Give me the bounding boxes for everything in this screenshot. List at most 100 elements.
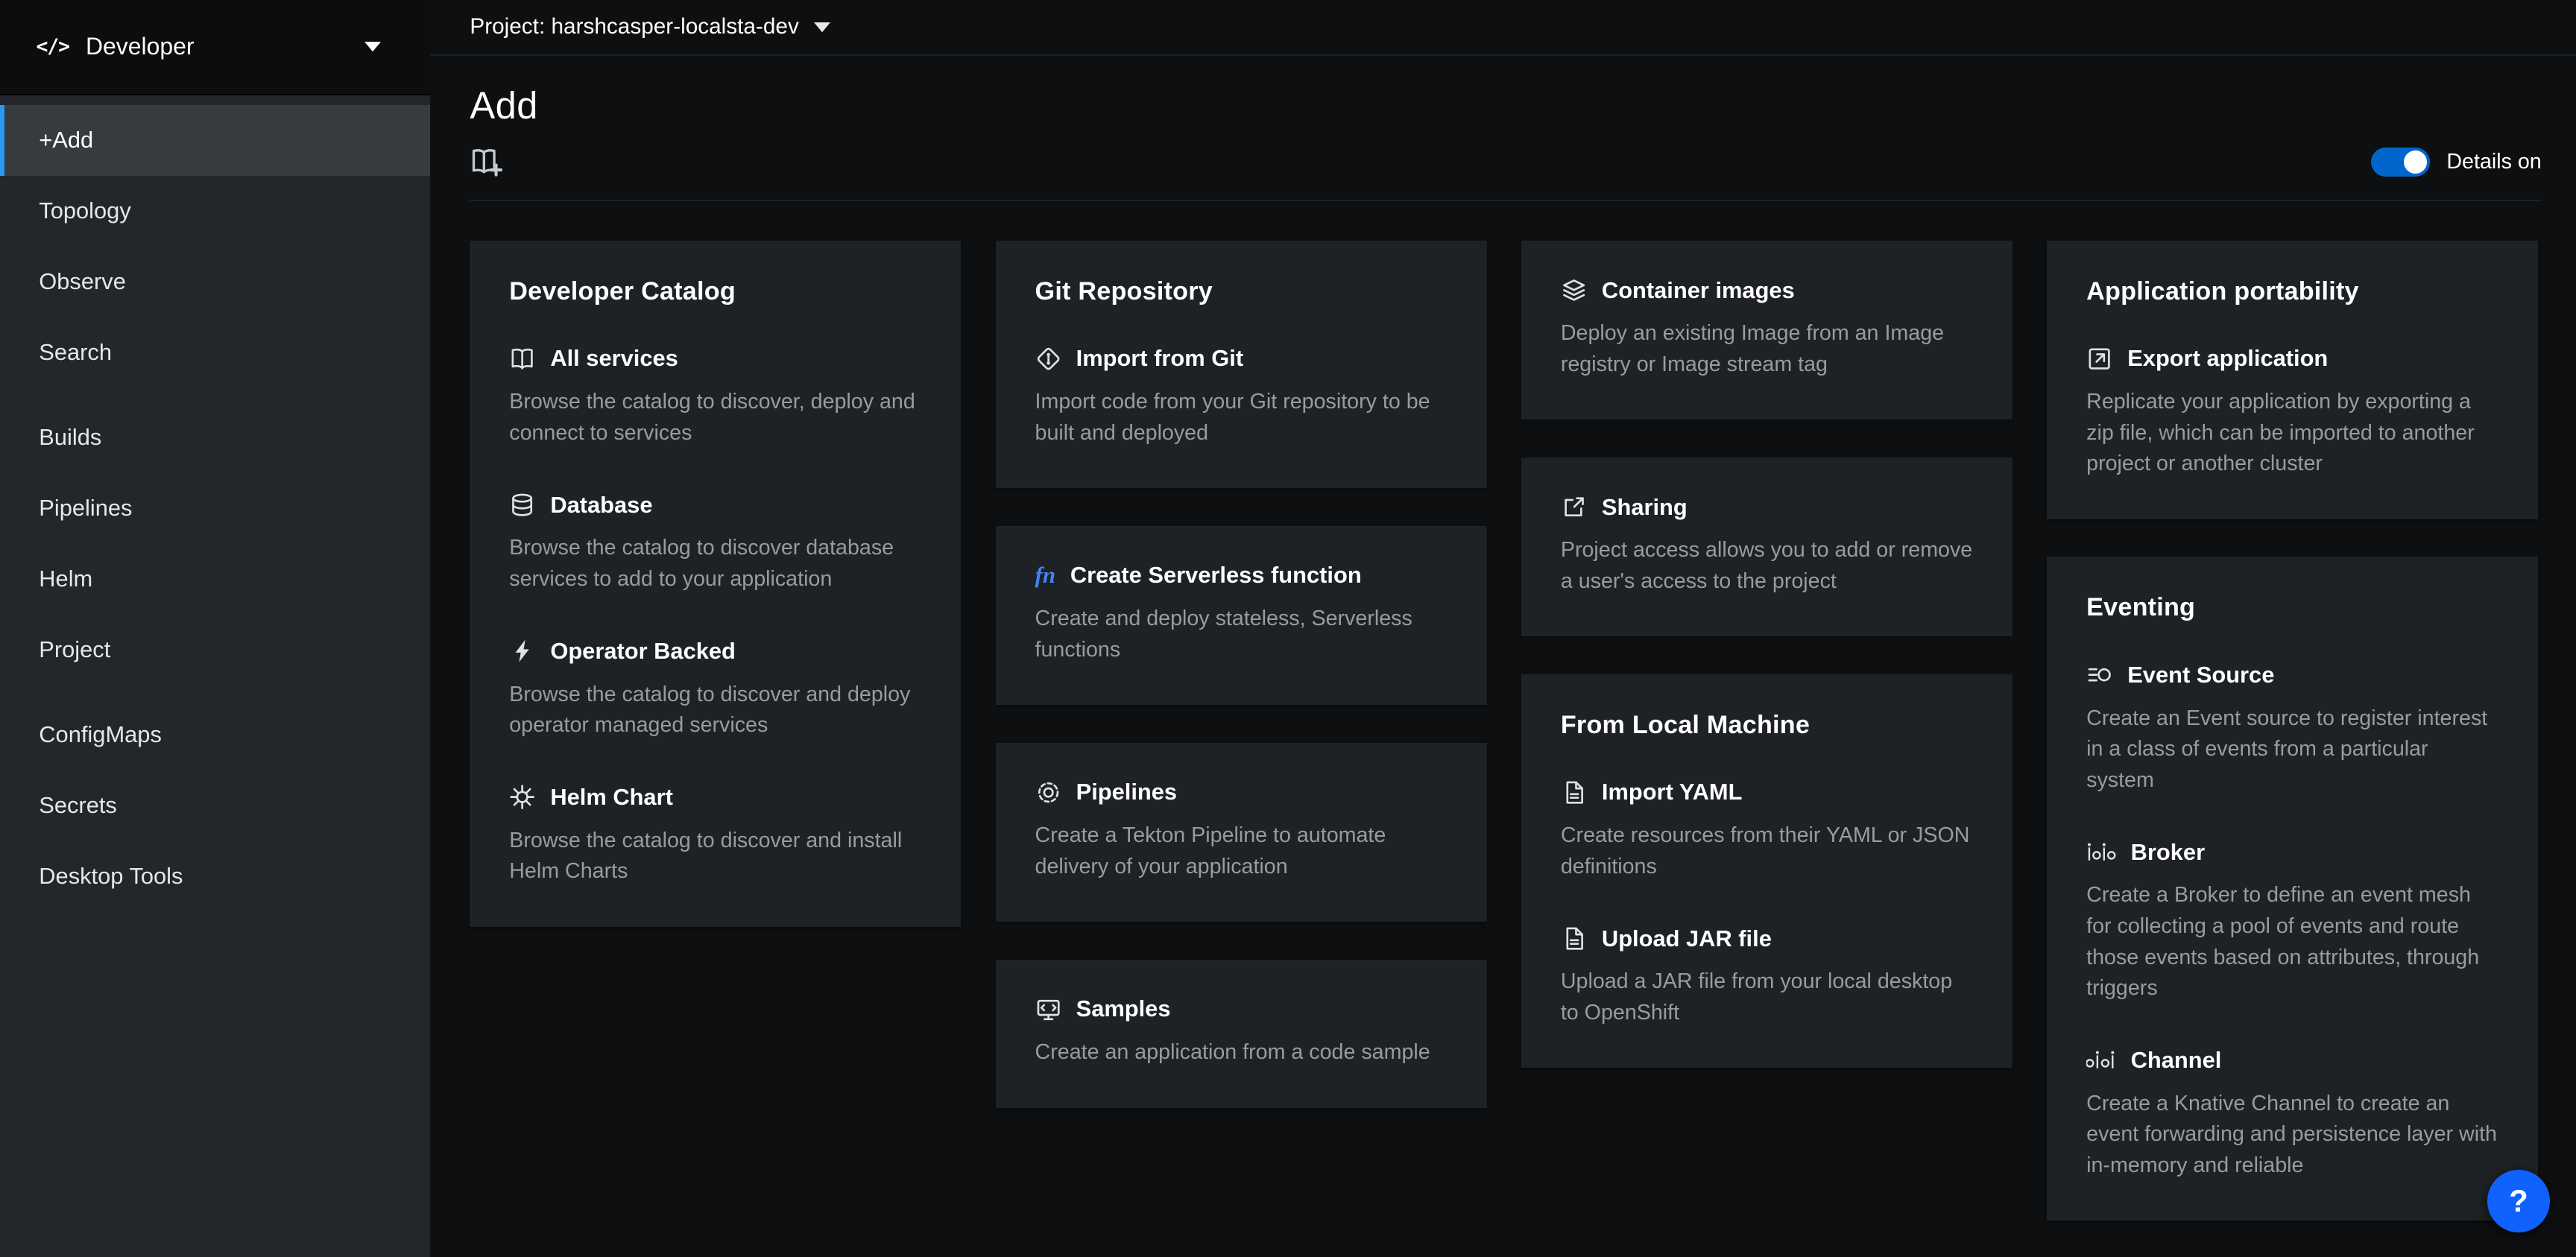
item-label-row: Operator Backed — [509, 638, 921, 665]
sidebar-nav: +AddTopologyObserveSearch BuildsPipelines… — [0, 95, 430, 1257]
export-icon — [2086, 346, 2112, 372]
add-item-broker[interactable]: BrokerCreate a Broker to define an event… — [2086, 839, 2498, 1004]
sidebar-item-pipelines[interactable]: Pipelines — [0, 472, 430, 543]
layers-icon — [1561, 277, 1587, 303]
add-card-git-repository: Git Repository Import from Git Import code… — [996, 241, 1487, 488]
file-icon — [1561, 925, 1587, 952]
item-description: Create and deploy stateless, Serverless … — [1035, 604, 1448, 665]
item-label: All services — [550, 345, 678, 372]
item-label-row: Upload JAR file — [1561, 925, 1973, 952]
item-label-row: Import from Git — [1035, 345, 1448, 372]
add-item-operator-backed[interactable]: Operator BackedBrowse the catalog to dis… — [509, 638, 921, 741]
perspective-label: Developer — [86, 33, 195, 60]
sidebar-item-topology[interactable]: Topology — [0, 176, 430, 247]
add-item-sharing[interactable]: Sharing Project access allows you to add … — [1561, 494, 1973, 598]
item-label: Import YAML — [1602, 779, 1743, 805]
sidebar-item-configmaps[interactable]: ConfigMaps — [0, 700, 430, 770]
add-item-event-source[interactable]: Event SourceCreate an Event source to re… — [2086, 662, 2498, 796]
page-title: Add — [470, 83, 2541, 127]
item-label: Export application — [2127, 345, 2328, 372]
item-description: Import code from your Git repository to … — [1035, 387, 1448, 449]
item-label-row: Helm Chart — [509, 784, 921, 811]
card-column: Developer CatalogAll servicesBrowse the … — [470, 241, 961, 927]
item-label-row: Channel — [2086, 1047, 2498, 1074]
add-item-helm-chart[interactable]: Helm ChartBrowse the catalog to discover… — [509, 784, 921, 887]
item-label: Upload JAR file — [1602, 925, 1772, 952]
card-title: Application portability — [2086, 277, 2498, 306]
item-label: Container images — [1602, 277, 1795, 304]
item-description: Create a Knative Channel to create an ev… — [2086, 1089, 2498, 1182]
add-item-import-yaml[interactable]: Import YAML Create resources from their Y… — [1561, 779, 1973, 882]
sidebar-item-secrets[interactable]: Secrets — [0, 770, 430, 840]
details-toggle-group: Details on — [2371, 148, 2542, 177]
card-column: Git Repository Import from Git Import code… — [996, 241, 1487, 1108]
card-title: Git Repository — [1035, 277, 1448, 306]
add-card-developer-catalog: Developer CatalogAll servicesBrowse the … — [470, 241, 961, 927]
perspective-switcher[interactable]: </> Developer — [0, 0, 430, 95]
sidebar-item-add[interactable]: +Add — [0, 105, 430, 176]
item-label: Samples — [1076, 995, 1171, 1022]
item-label-row: Pipelines — [1035, 779, 1448, 805]
item-label: Channel — [2131, 1047, 2222, 1074]
item-description: Browse the catalog to discover database … — [509, 533, 921, 595]
add-page-grid: Developer CatalogAll servicesBrowse the … — [470, 241, 2541, 1220]
console-window: </> Developer +AddTopologyObserveSearch B… — [0, 0, 2576, 1257]
sidebar-item-project[interactable]: Project — [0, 614, 430, 685]
book-plus-icon[interactable] — [470, 145, 502, 178]
item-description: Upload a JAR file from your local deskto… — [1561, 966, 1973, 1028]
add-item-export-application[interactable]: Export application Replicate your applica… — [2086, 345, 2498, 479]
project-selector[interactable]: Project: harshcasper-localsta-dev — [430, 0, 2576, 56]
add-card-samples: Samples Create an application from a code… — [996, 960, 1487, 1108]
item-label: Sharing — [1602, 494, 1688, 521]
sidebar-group: ConfigMapsSecretsDesktop Tools — [0, 700, 430, 911]
broker-icon — [2086, 840, 2116, 864]
add-card-eventing: EventingEvent SourceCreate an Event sour… — [2047, 557, 2538, 1220]
add-item-upload-jar-file[interactable]: Upload JAR file Upload a JAR file from yo… — [1561, 925, 1973, 1029]
item-label-row: All services — [509, 345, 921, 372]
git-icon — [1035, 346, 1061, 372]
add-item-create-serverless-function[interactable]: fnCreate Serverless functionCreate and d… — [1035, 562, 1448, 665]
item-description: Replicate your application by exporting … — [2086, 387, 2498, 480]
main-area: Project: harshcasper-localsta-dev Add De… — [430, 0, 2576, 1257]
book-icon — [509, 346, 535, 372]
help-button[interactable]: ? — [2487, 1170, 2550, 1232]
item-label: Operator Backed — [550, 638, 736, 665]
item-description: Create a Tekton Pipeline to automate del… — [1035, 820, 1448, 882]
caret-down-icon — [364, 42, 381, 51]
add-card-application-portability: Application portability Export applicatio… — [2047, 241, 2538, 519]
item-label-row: Container images — [1561, 277, 1973, 304]
caret-down-icon — [814, 22, 830, 32]
item-description: Create resources from their YAML or JSON… — [1561, 820, 1973, 882]
page-header-row: Details on — [470, 145, 2541, 178]
item-label: Helm Chart — [550, 784, 673, 811]
file-icon — [1561, 779, 1587, 805]
sidebar-item-desktop-tools[interactable]: Desktop Tools — [0, 840, 430, 911]
item-label-row: Database — [509, 492, 921, 519]
sidebar-item-builds[interactable]: Builds — [0, 402, 430, 473]
item-label-row: Broker — [2086, 839, 2498, 866]
details-toggle[interactable] — [2371, 148, 2430, 177]
item-label: Pipelines — [1076, 779, 1177, 805]
add-item-channel[interactable]: Channel Create a Knative Channel to creat… — [2086, 1047, 2498, 1181]
item-description: Create an application from a code sample — [1035, 1037, 1448, 1068]
add-item-import-from-git[interactable]: Import from Git Import code from your Git… — [1035, 345, 1448, 449]
monitor-icon — [1035, 996, 1061, 1022]
add-item-samples[interactable]: Samples Create an application from a code… — [1035, 995, 1448, 1068]
item-label-row: Import YAML — [1561, 779, 1973, 805]
item-label-row: Sharing — [1561, 494, 1973, 521]
sidebar-item-helm[interactable]: Helm — [0, 543, 430, 614]
item-label-row: Samples — [1035, 995, 1448, 1022]
add-item-all-services[interactable]: All servicesBrowse the catalog to discov… — [509, 345, 921, 449]
item-description: Deploy an existing Image from an Image r… — [1561, 318, 1973, 380]
add-item-pipelines[interactable]: Pipelines Create a Tekton Pipeline to aut… — [1035, 779, 1448, 882]
add-item-database[interactable]: Database Browse the catalog to discover d… — [509, 492, 921, 595]
add-item-container-images[interactable]: Container images Deploy an existing Image… — [1561, 277, 1973, 381]
item-description: Project access allows you to add or remo… — [1561, 535, 1973, 597]
item-label: Database — [550, 492, 652, 519]
sidebar-item-search[interactable]: Search — [0, 317, 430, 387]
toggle-knob — [2404, 151, 2427, 174]
sidebar-item-observe[interactable]: Observe — [0, 246, 430, 317]
add-card-sharing: Sharing Project access allows you to add … — [1521, 457, 2012, 636]
code-icon: </> — [36, 35, 69, 58]
sidebar-group: BuildsPipelinesHelmProject — [0, 402, 430, 685]
